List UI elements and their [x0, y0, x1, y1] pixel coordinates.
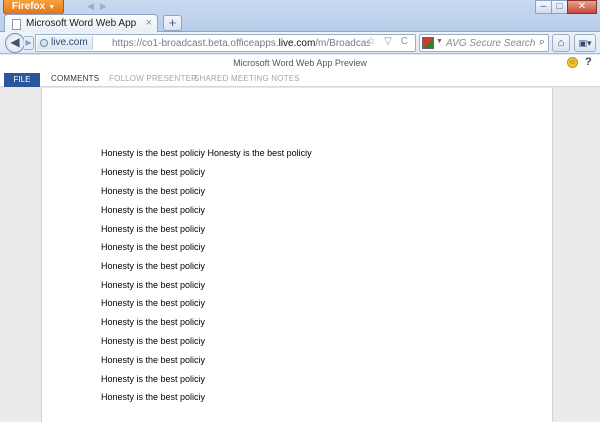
- chevron-down-icon: ▼: [436, 38, 443, 45]
- help-icon[interactable]: ?: [585, 56, 592, 68]
- close-window-button[interactable]: ✕: [567, 0, 597, 14]
- browser-tab-active[interactable]: Microsoft Word Web App ×: [4, 14, 158, 33]
- ribbon-tabs: FILE COMMENTS FOLLOW PRESENTER SHARED ME…: [0, 73, 600, 87]
- document-line: Honesty is the best policiy Honesty is t…: [101, 148, 312, 158]
- navigation-bar: ◀ ▶ live.com https://co1-broadcast.beta.…: [0, 32, 600, 54]
- url-text[interactable]: https://co1-broadcast.beta.officeapps.li…: [112, 38, 370, 49]
- page-icon: [12, 19, 21, 30]
- document-line: Honesty is the best policiy: [101, 280, 206, 290]
- tab-title: Microsoft Word Web App: [26, 18, 137, 29]
- document-line: Honesty is the best policiy: [101, 224, 206, 234]
- app-title: Microsoft Word Web App Preview: [233, 58, 367, 68]
- tab-file[interactable]: FILE: [4, 73, 40, 87]
- document-line: Honesty is the best policiy: [101, 186, 206, 196]
- document-viewport[interactable]: Honesty is the best policiy Honesty is t…: [0, 88, 600, 422]
- addon-bar-button[interactable]: ▣▾: [574, 34, 596, 52]
- tab-follow-presenter[interactable]: FOLLOW PRESENTER: [109, 74, 197, 83]
- close-tab-icon[interactable]: ×: [146, 17, 152, 29]
- document-line: Honesty is the best policiy: [101, 205, 206, 215]
- search-placeholder: AVG Secure Search: [446, 38, 536, 49]
- smiley-feedback-icon[interactable]: ☺: [567, 57, 578, 68]
- search-engine-icon[interactable]: [422, 37, 434, 49]
- globe-icon: [40, 39, 48, 47]
- document-page: Honesty is the best policiy Honesty is t…: [41, 88, 553, 422]
- url-bar-icons[interactable]: ☆ ▽ C: [367, 36, 411, 47]
- chevron-down-icon: ▼: [48, 4, 56, 11]
- tab-shared-meeting-notes[interactable]: SHARED MEETING NOTES: [194, 74, 300, 83]
- quick-access-arrows-icon: ◀▶: [87, 1, 113, 11]
- document-line: Honesty is the best policiy: [101, 336, 206, 346]
- site-identity-label: live.com: [51, 37, 88, 48]
- maximize-button[interactable]: □: [551, 0, 568, 14]
- url-prefix: https://co1-broadcast.beta.officeapps.: [112, 38, 279, 49]
- search-icon[interactable]: ⌕: [539, 36, 545, 49]
- document-line: Honesty is the best policiy: [101, 392, 206, 402]
- url-bar[interactable]: live.com https://co1-broadcast.beta.offi…: [35, 34, 416, 52]
- new-tab-button[interactable]: +: [163, 15, 182, 31]
- document-line: Honesty is the best policiy: [101, 374, 206, 384]
- browser-titlebar: Firefox ▼ ◀▶ – □ ✕ Microsoft Word Web App…: [0, 0, 600, 33]
- document-line: Honesty is the best policiy: [101, 355, 206, 365]
- tab-comments[interactable]: COMMENTS: [51, 74, 99, 83]
- firefox-menu-button[interactable]: Firefox ▼: [3, 0, 64, 15]
- firefox-menu-label: Firefox: [11, 1, 46, 12]
- document-line: Honesty is the best policiy: [101, 317, 206, 327]
- url-domain: live.com: [278, 38, 316, 49]
- document-line: Honesty is the best policiy: [101, 261, 206, 271]
- site-identity-button[interactable]: live.com: [37, 36, 93, 50]
- window-controls: – □ ✕: [535, 0, 597, 14]
- back-button[interactable]: ◀: [5, 33, 25, 53]
- minimize-button[interactable]: –: [535, 0, 552, 14]
- search-bar[interactable]: ▼ AVG Secure Search ⌕: [419, 34, 549, 52]
- document-line: Honesty is the best policiy: [101, 242, 206, 252]
- document-line: Honesty is the best policiy: [101, 167, 206, 177]
- url-suffix: /m/Broadcast.aspx?Fi=5a07d7a579e16ac9_!: [315, 38, 370, 49]
- document-line: Honesty is the best policiy: [101, 298, 206, 308]
- app-header: Microsoft Word Web App Preview ☺ ?: [0, 55, 600, 73]
- home-button[interactable]: ⌂: [552, 34, 570, 52]
- forward-button[interactable]: ▶: [24, 36, 34, 50]
